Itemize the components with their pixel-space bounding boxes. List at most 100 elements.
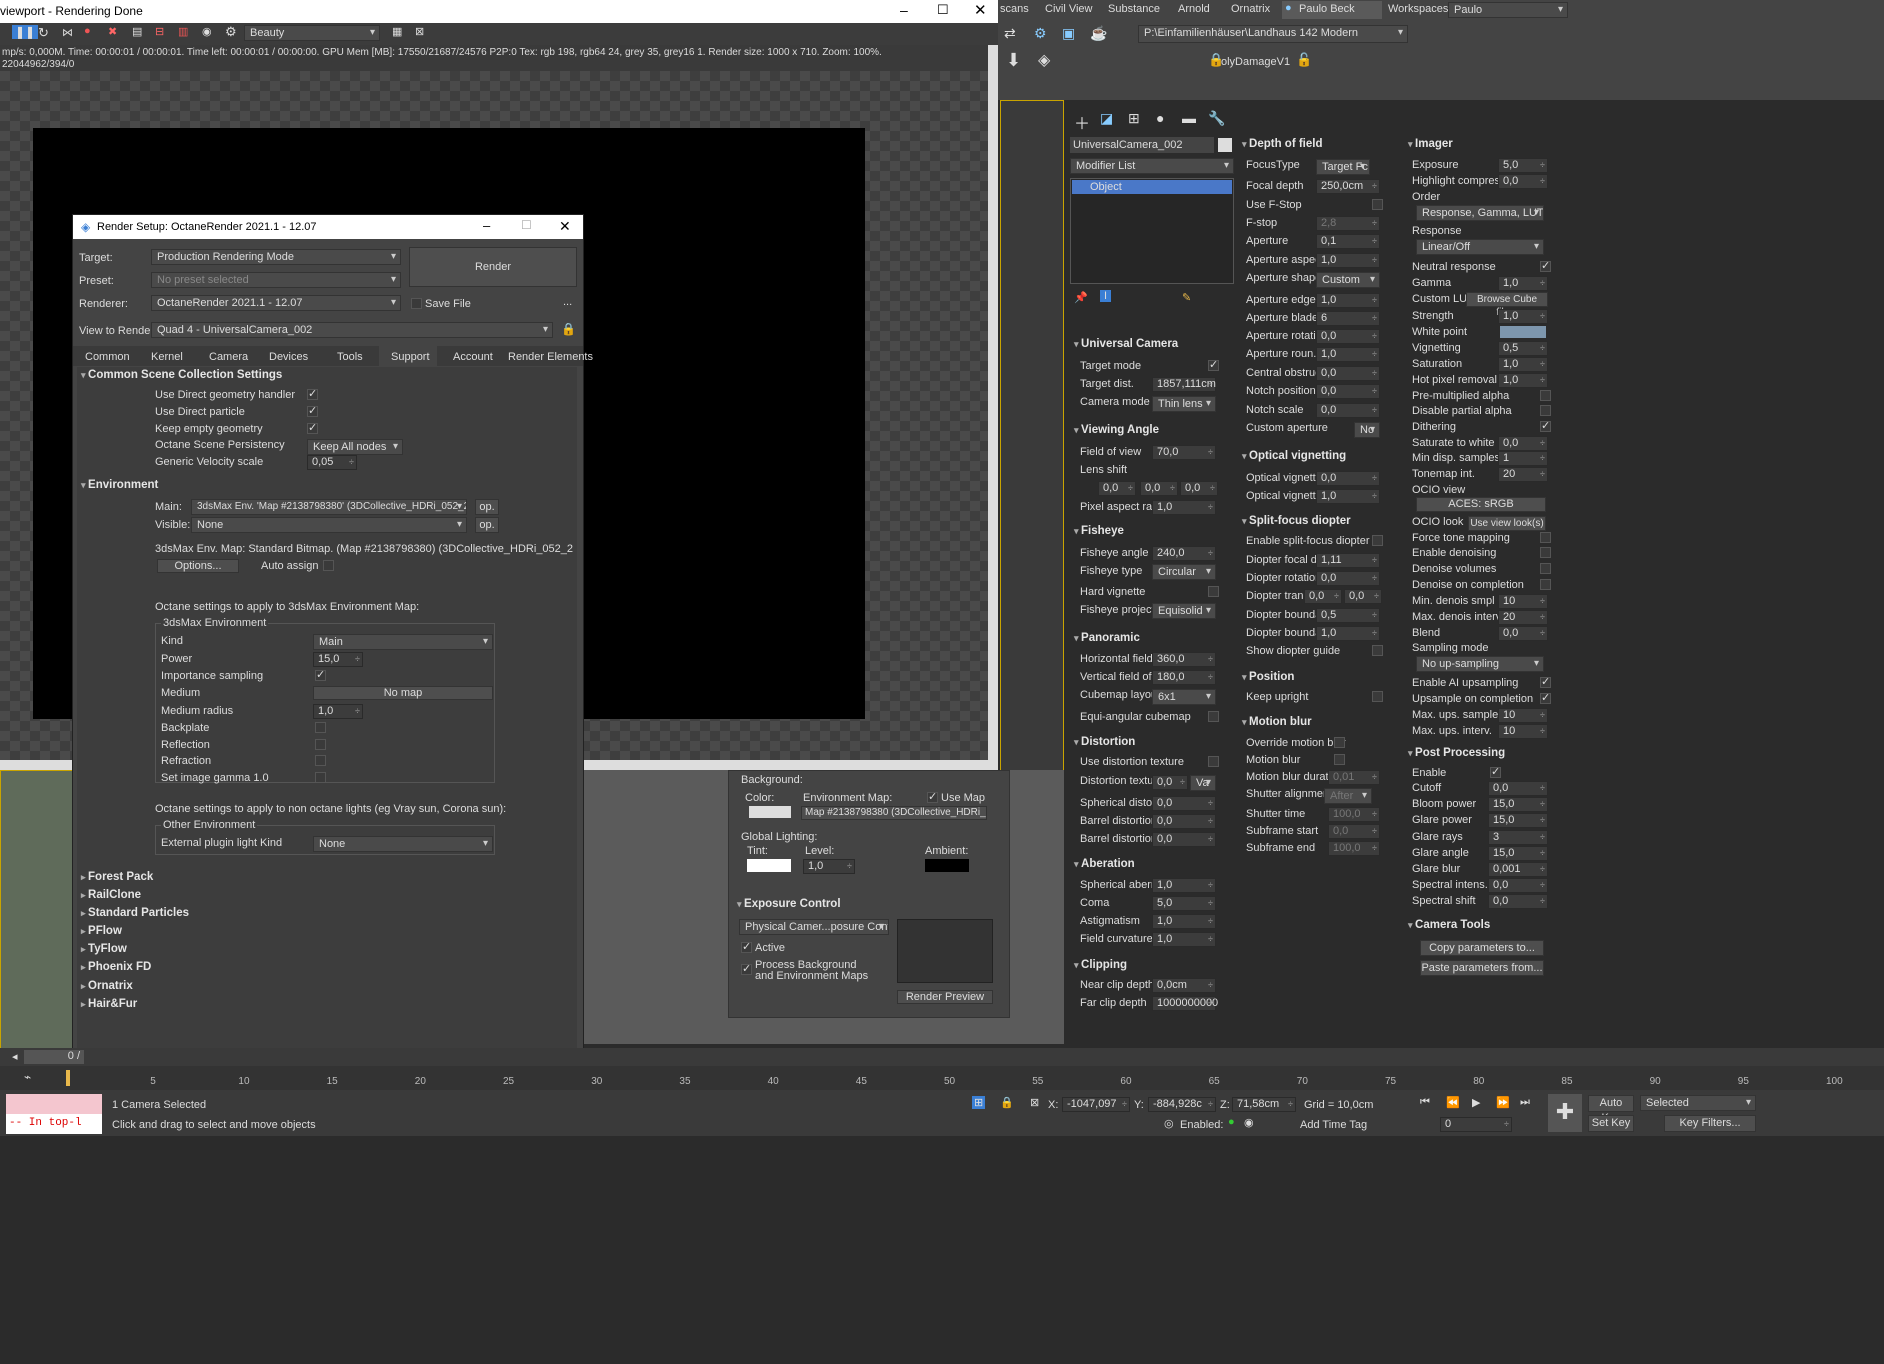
minimize-icon[interactable]: – (900, 2, 908, 18)
max-ups-interval-spinner[interactable]: 10 (1498, 724, 1548, 739)
clipping-rollout[interactable]: Clipping (1074, 959, 1127, 971)
tab-render-elements[interactable]: Render Elements (508, 351, 593, 363)
near-clip-spinner[interactable]: 0,0cm (1152, 978, 1216, 993)
aperture-rotation-spinner[interactable]: 0,0 (1316, 329, 1380, 344)
play-icon[interactable]: ▶ (1472, 1096, 1480, 1109)
tab-tools[interactable]: Tools (337, 351, 363, 363)
tab-support-active[interactable]: Support (379, 346, 437, 366)
pause-icon[interactable]: ❚❚ (12, 25, 39, 39)
add-time-tag-label[interactable]: Add Time Tag (1300, 1119, 1367, 1131)
time-slider-thumb[interactable]: 0 / (24, 1050, 84, 1064)
print-icon[interactable]: ⊟ (155, 25, 164, 38)
gamma-spinner[interactable]: 1,0 (1498, 276, 1548, 291)
forest-pack-rollout[interactable]: Forest Pack (81, 871, 153, 883)
diopter-boundary2-spinner[interactable]: 1,0 (1316, 626, 1380, 641)
barrel-distortion-spinner[interactable]: 0,0 (1152, 814, 1216, 829)
active-checkbox[interactable] (741, 940, 752, 953)
display-icon[interactable]: ▦ (392, 25, 402, 38)
refraction-checkbox[interactable] (315, 755, 326, 766)
kind-dropdown[interactable]: Main (313, 634, 493, 650)
utilities-tab-icon[interactable]: 🔧 (1208, 110, 1225, 127)
paste-parameters-button[interactable]: Paste parameters from... (1420, 960, 1544, 976)
menu-arnold[interactable]: Arnold (1178, 3, 1210, 15)
motion-blur-duration-spinner[interactable]: 0,01 (1328, 770, 1380, 785)
hot-pixel-spinner[interactable]: 1,0 (1498, 373, 1548, 388)
direct-particle-checkbox[interactable] (307, 404, 318, 417)
neutral-response-checkbox[interactable] (1540, 259, 1551, 272)
lens-shift-x[interactable]: 0,0 (1098, 481, 1136, 496)
max-ups-samples-spinner[interactable]: 10 (1498, 708, 1548, 723)
use-distortion-texture-checkbox[interactable] (1208, 756, 1219, 767)
shutter-time-spinner[interactable]: 100,0 (1328, 807, 1380, 822)
maxscript-listener[interactable] (6, 1094, 102, 1114)
optical-vignette-b-spinner[interactable]: 1,0 (1316, 489, 1380, 504)
spectral-intensity-spinner[interactable]: 0,0 (1488, 878, 1548, 893)
workspace-dropdown[interactable]: Paulo (1448, 2, 1568, 18)
diopter-translation-y[interactable]: 0,0 (1344, 589, 1382, 604)
vfb-vscrollbar[interactable] (988, 45, 998, 760)
force-tone-mapping-checkbox[interactable] (1540, 532, 1551, 543)
key-filters-button[interactable]: Key Filters... (1664, 1115, 1756, 1132)
spherical-aberration-spinner[interactable]: 1,0 (1152, 878, 1216, 893)
glare-rays-spinner[interactable]: 3 (1488, 830, 1548, 845)
add-time-tag-icon[interactable]: ◎ (1164, 1117, 1174, 1130)
menu-substance[interactable]: Substance (1108, 3, 1160, 15)
env-options-button[interactable]: Options... (157, 559, 239, 573)
diopter-focal-spinner[interactable]: 1,11 (1316, 553, 1380, 568)
saturate-to-white-spinner[interactable]: 0,0 (1498, 436, 1548, 451)
unlock-icon[interactable]: 🔓 (1296, 52, 1312, 68)
prev-key-icon[interactable]: ⏪ (1446, 1096, 1460, 1109)
close-icon[interactable]: ✕ (974, 1, 987, 19)
hierarchy-tab-icon[interactable]: ⊞ (1128, 110, 1140, 127)
stack-item-object[interactable]: Object (1072, 180, 1232, 194)
post-processing-rollout[interactable]: Post Processing (1408, 747, 1505, 759)
camera-tools-rollout[interactable]: Camera Tools (1408, 919, 1490, 931)
maxscript-mini-listener[interactable]: -- In top-l (6, 1114, 102, 1134)
project-path-dropdown[interactable]: P:\Einfamilienhäuser\Landhaus 142 Modern (1138, 25, 1408, 43)
rs-minimize-icon[interactable]: – (483, 218, 490, 233)
strength-spinner[interactable]: 1,0 (1498, 309, 1548, 324)
x-coordinate[interactable]: -1047,097 (1062, 1097, 1130, 1112)
hard-vignette-checkbox[interactable] (1208, 586, 1219, 597)
use-fstop-checkbox[interactable] (1372, 199, 1383, 210)
render-button[interactable]: Render (409, 247, 577, 287)
lock-selection-icon[interactable]: 🔒 (1000, 1096, 1014, 1109)
lens-shift-y[interactable]: 0,0 (1140, 481, 1178, 496)
bloom-power-spinner[interactable]: 15,0 (1488, 797, 1548, 812)
fisheye-rollout[interactable]: Fisheye (1074, 525, 1124, 537)
color-icon[interactable]: ● (84, 25, 91, 37)
maximize-icon[interactable]: ☐ (937, 2, 949, 18)
set-image-gamma-checkbox[interactable] (315, 772, 326, 783)
notch-scale-spinner[interactable]: 0,0 (1316, 403, 1380, 418)
curve-editor-icon[interactable]: ⌁ (24, 1070, 31, 1084)
motion-blur-rollout[interactable]: Motion blur (1242, 716, 1312, 728)
medium-button[interactable]: No map (313, 686, 493, 700)
isolate-icon[interactable]: ◉ (1244, 1116, 1254, 1129)
set-key-button[interactable]: Set Key (1588, 1115, 1634, 1132)
diopter-rotation-spinner[interactable]: 0,0 (1316, 571, 1380, 586)
cubemap-layout-dropdown[interactable]: 6x1 (1152, 689, 1216, 705)
sampling-mode-dropdown[interactable]: No up-sampling (1416, 656, 1544, 672)
time-slider[interactable]: ◂ 0 / (0, 1048, 1884, 1066)
viewport-bottom-left[interactable] (0, 770, 76, 1050)
modifier-stack[interactable]: Object (1070, 178, 1234, 284)
rs-close-icon[interactable]: ✕ (559, 218, 571, 235)
tab-common[interactable]: Common (85, 351, 130, 363)
tint-swatch[interactable] (747, 859, 791, 872)
notch-position-spinner[interactable]: 0,0 (1316, 384, 1380, 399)
pin-stack-icon[interactable]: 📌 (1074, 291, 1088, 304)
show-end-result-icon[interactable]: I (1100, 290, 1112, 302)
enable-ai-upsampling-checkbox[interactable] (1540, 675, 1551, 688)
mask-icon[interactable]: ◈ (1038, 50, 1050, 70)
save-image-icon[interactable]: ▤ (132, 25, 142, 38)
modify-tab-icon[interactable]: ◪ (1100, 110, 1113, 127)
fov-spinner[interactable]: 70,0 (1152, 445, 1216, 460)
lock-view-icon[interactable]: 🔒 (561, 322, 576, 336)
keep-upright-checkbox[interactable] (1372, 691, 1383, 702)
response-dropdown[interactable]: Linear/Off (1416, 239, 1544, 255)
tab-kernel[interactable]: Kernel (151, 351, 183, 363)
saturation-spinner[interactable]: 1,0 (1498, 357, 1548, 372)
target-mode-checkbox[interactable] (1208, 358, 1219, 371)
glare-angle-spinner[interactable]: 15,0 (1488, 846, 1548, 861)
railclone-rollout[interactable]: RailClone (81, 889, 141, 901)
